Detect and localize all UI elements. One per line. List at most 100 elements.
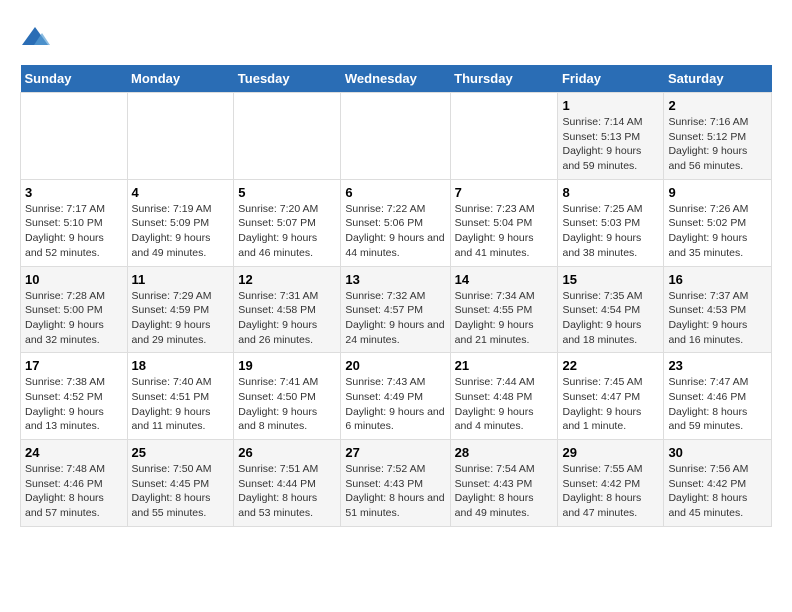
day-info: Sunrise: 7:19 AMSunset: 5:09 PMDaylight:…: [132, 202, 230, 261]
day-number: 21: [455, 358, 554, 373]
calendar-cell: 30 Sunrise: 7:56 AMSunset: 4:42 PMDayligh…: [664, 440, 772, 527]
calendar-cell: 26 Sunrise: 7:51 AMSunset: 4:44 PMDayligh…: [234, 440, 341, 527]
day-number: 3: [25, 185, 123, 200]
calendar-cell: 24Sunrise: 7:48 AMSunset: 4:46 PMDayligh…: [21, 440, 128, 527]
logo-icon: [20, 25, 50, 55]
calendar-body: 1 Sunrise: 7:14 AMSunset: 5:13 PMDaylight…: [21, 93, 772, 527]
day-number: 2: [668, 98, 767, 113]
day-info: Sunrise: 7:47 AMSunset: 4:46 PMDaylight:…: [668, 375, 767, 434]
calendar-cell: 22 Sunrise: 7:45 AMSunset: 4:47 PMDayligh…: [558, 353, 664, 440]
day-number: 10: [25, 272, 123, 287]
day-number: 8: [562, 185, 659, 200]
calendar-cell: 14Sunrise: 7:34 AMSunset: 4:55 PMDayligh…: [450, 266, 558, 353]
calendar-table: Sunday Monday Tuesday Wednesday Thursday…: [20, 65, 772, 527]
day-number: 25: [132, 445, 230, 460]
day-number: 16: [668, 272, 767, 287]
calendar-cell: 27Sunrise: 7:52 AMSunset: 4:43 PMDayligh…: [341, 440, 450, 527]
day-info: Sunrise: 7:28 AMSunset: 5:00 PMDaylight:…: [25, 289, 123, 348]
calendar-week-1: 1 Sunrise: 7:14 AMSunset: 5:13 PMDaylight…: [21, 93, 772, 180]
day-info: Sunrise: 7:43 AMSunset: 4:49 PMDaylight:…: [345, 375, 445, 434]
col-saturday: Saturday: [664, 65, 772, 93]
calendar-cell: 2 Sunrise: 7:16 AMSunset: 5:12 PMDaylight…: [664, 93, 772, 180]
calendar-cell: [127, 93, 234, 180]
day-info: Sunrise: 7:29 AMSunset: 4:59 PMDaylight:…: [132, 289, 230, 348]
day-info: Sunrise: 7:51 AMSunset: 4:44 PMDaylight:…: [238, 462, 336, 521]
calendar-cell: 7 Sunrise: 7:23 AMSunset: 5:04 PMDaylight…: [450, 179, 558, 266]
calendar-cell: 23 Sunrise: 7:47 AMSunset: 4:46 PMDayligh…: [664, 353, 772, 440]
day-info: Sunrise: 7:17 AMSunset: 5:10 PMDaylight:…: [25, 202, 123, 261]
day-number: 9: [668, 185, 767, 200]
calendar-cell: 15 Sunrise: 7:35 AMSunset: 4:54 PMDayligh…: [558, 266, 664, 353]
calendar-cell: 21 Sunrise: 7:44 AMSunset: 4:48 PMDayligh…: [450, 353, 558, 440]
day-info: Sunrise: 7:41 AMSunset: 4:50 PMDaylight:…: [238, 375, 336, 434]
col-friday: Friday: [558, 65, 664, 93]
col-monday: Monday: [127, 65, 234, 93]
calendar-week-4: 17 Sunrise: 7:38 AMSunset: 4:52 PMDayligh…: [21, 353, 772, 440]
calendar-cell: 28 Sunrise: 7:54 AMSunset: 4:43 PMDayligh…: [450, 440, 558, 527]
day-number: 15: [562, 272, 659, 287]
calendar-cell: 19 Sunrise: 7:41 AMSunset: 4:50 PMDayligh…: [234, 353, 341, 440]
day-number: 26: [238, 445, 336, 460]
day-info: Sunrise: 7:26 AMSunset: 5:02 PMDaylight:…: [668, 202, 767, 261]
calendar-cell: 25 Sunrise: 7:50 AMSunset: 4:45 PMDayligh…: [127, 440, 234, 527]
day-number: 30: [668, 445, 767, 460]
day-info: Sunrise: 7:23 AMSunset: 5:04 PMDaylight:…: [455, 202, 554, 261]
header-row: Sunday Monday Tuesday Wednesday Thursday…: [21, 65, 772, 93]
day-info: Sunrise: 7:44 AMSunset: 4:48 PMDaylight:…: [455, 375, 554, 434]
calendar-week-5: 24Sunrise: 7:48 AMSunset: 4:46 PMDayligh…: [21, 440, 772, 527]
calendar-cell: 12 Sunrise: 7:31 AMSunset: 4:58 PMDayligh…: [234, 266, 341, 353]
col-tuesday: Tuesday: [234, 65, 341, 93]
day-info: Sunrise: 7:40 AMSunset: 4:51 PMDaylight:…: [132, 375, 230, 434]
day-info: Sunrise: 7:20 AMSunset: 5:07 PMDaylight:…: [238, 202, 336, 261]
day-number: 1: [562, 98, 659, 113]
calendar-header: Sunday Monday Tuesday Wednesday Thursday…: [21, 65, 772, 93]
day-info: Sunrise: 7:54 AMSunset: 4:43 PMDaylight:…: [455, 462, 554, 521]
calendar-cell: 1 Sunrise: 7:14 AMSunset: 5:13 PMDaylight…: [558, 93, 664, 180]
calendar-cell: 4 Sunrise: 7:19 AMSunset: 5:09 PMDaylight…: [127, 179, 234, 266]
calendar-cell: [450, 93, 558, 180]
calendar-cell: 29Sunrise: 7:55 AMSunset: 4:42 PMDayligh…: [558, 440, 664, 527]
calendar-cell: [234, 93, 341, 180]
day-info: Sunrise: 7:16 AMSunset: 5:12 PMDaylight:…: [668, 115, 767, 174]
day-info: Sunrise: 7:56 AMSunset: 4:42 PMDaylight:…: [668, 462, 767, 521]
day-number: 6: [345, 185, 445, 200]
day-number: 18: [132, 358, 230, 373]
day-info: Sunrise: 7:45 AMSunset: 4:47 PMDaylight:…: [562, 375, 659, 434]
calendar-cell: 8 Sunrise: 7:25 AMSunset: 5:03 PMDaylight…: [558, 179, 664, 266]
day-number: 23: [668, 358, 767, 373]
col-thursday: Thursday: [450, 65, 558, 93]
col-sunday: Sunday: [21, 65, 128, 93]
col-wednesday: Wednesday: [341, 65, 450, 93]
day-number: 27: [345, 445, 445, 460]
day-number: 28: [455, 445, 554, 460]
day-info: Sunrise: 7:31 AMSunset: 4:58 PMDaylight:…: [238, 289, 336, 348]
day-number: 22: [562, 358, 659, 373]
day-number: 11: [132, 272, 230, 287]
day-info: Sunrise: 7:22 AMSunset: 5:06 PMDaylight:…: [345, 202, 445, 261]
day-info: Sunrise: 7:35 AMSunset: 4:54 PMDaylight:…: [562, 289, 659, 348]
day-number: 7: [455, 185, 554, 200]
calendar-cell: 13 Sunrise: 7:32 AMSunset: 4:57 PMDayligh…: [341, 266, 450, 353]
calendar-cell: 5 Sunrise: 7:20 AMSunset: 5:07 PMDaylight…: [234, 179, 341, 266]
day-info: Sunrise: 7:14 AMSunset: 5:13 PMDaylight:…: [562, 115, 659, 174]
calendar-cell: 3 Sunrise: 7:17 AMSunset: 5:10 PMDaylight…: [21, 179, 128, 266]
calendar-cell: [341, 93, 450, 180]
calendar-cell: 16 Sunrise: 7:37 AMSunset: 4:53 PMDayligh…: [664, 266, 772, 353]
day-info: Sunrise: 7:25 AMSunset: 5:03 PMDaylight:…: [562, 202, 659, 261]
calendar-cell: 11 Sunrise: 7:29 AMSunset: 4:59 PMDayligh…: [127, 266, 234, 353]
day-info: Sunrise: 7:37 AMSunset: 4:53 PMDaylight:…: [668, 289, 767, 348]
day-number: 12: [238, 272, 336, 287]
day-number: 4: [132, 185, 230, 200]
day-number: 13: [345, 272, 445, 287]
calendar-cell: 18 Sunrise: 7:40 AMSunset: 4:51 PMDayligh…: [127, 353, 234, 440]
day-number: 19: [238, 358, 336, 373]
day-info: Sunrise: 7:48 AMSunset: 4:46 PMDaylight:…: [25, 462, 123, 521]
day-number: 14: [455, 272, 554, 287]
day-info: Sunrise: 7:32 AMSunset: 4:57 PMDaylight:…: [345, 289, 445, 348]
day-number: 5: [238, 185, 336, 200]
calendar-cell: 10 Sunrise: 7:28 AMSunset: 5:00 PMDayligh…: [21, 266, 128, 353]
day-info: Sunrise: 7:38 AMSunset: 4:52 PMDaylight:…: [25, 375, 123, 434]
calendar-cell: 9 Sunrise: 7:26 AMSunset: 5:02 PMDaylight…: [664, 179, 772, 266]
day-info: Sunrise: 7:50 AMSunset: 4:45 PMDaylight:…: [132, 462, 230, 521]
day-number: 17: [25, 358, 123, 373]
